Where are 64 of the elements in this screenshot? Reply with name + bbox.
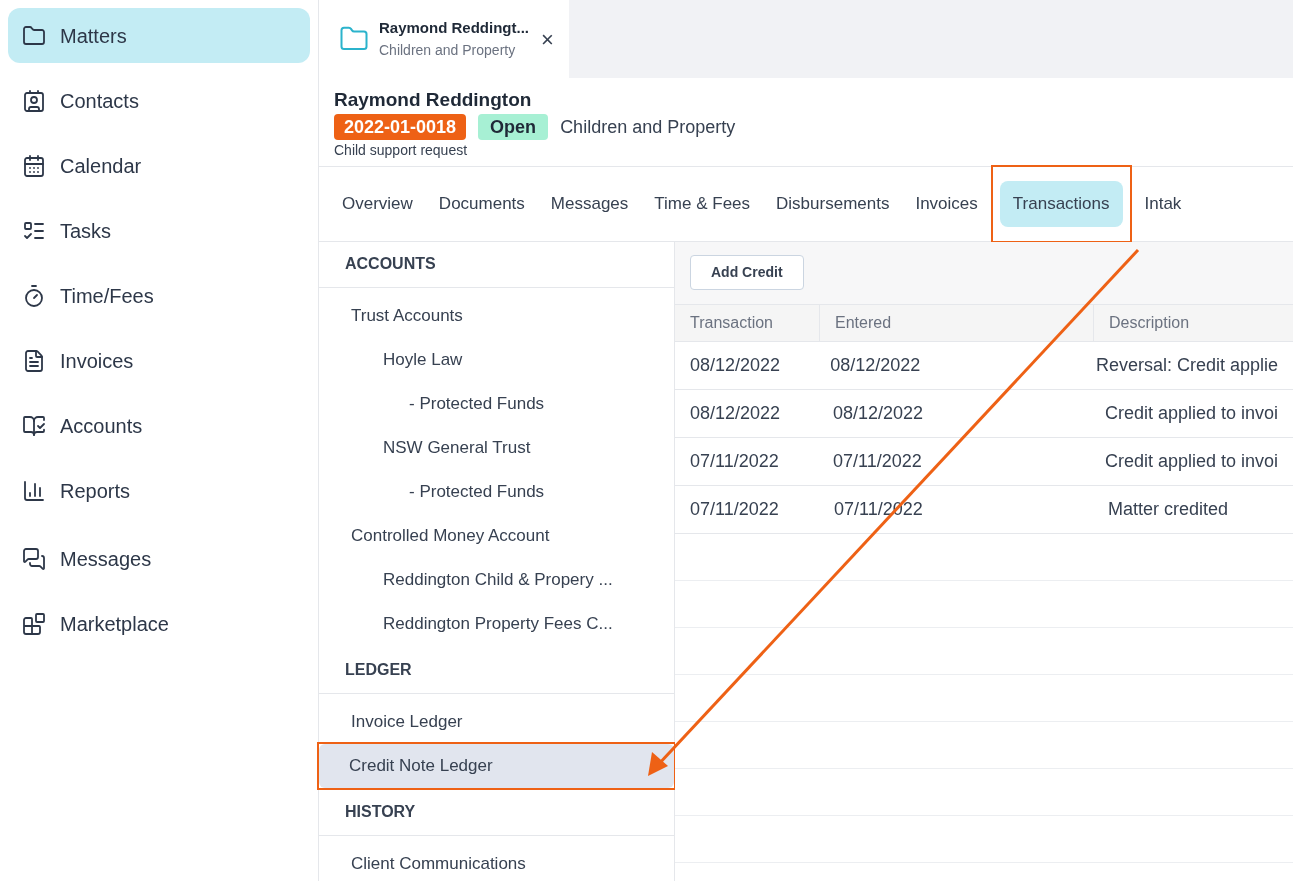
matter-tab[interactable]: Disbursements xyxy=(763,180,903,227)
account-list-item[interactable]: Controlled Money Account xyxy=(321,513,672,558)
table-cell-text: 07/11/2022 xyxy=(832,449,923,473)
account-list-item[interactable]: Reddington Property Fees C... xyxy=(321,601,672,646)
table-cell-text: Reversal: Credit applie xyxy=(1094,353,1279,377)
tab-title: Raymond Reddingt... xyxy=(379,18,529,39)
table-cell-text: Credit applied to invoi xyxy=(1103,401,1279,425)
sidebar-nav-item[interactable]: Contacts xyxy=(8,73,310,128)
column-header: Transaction xyxy=(689,312,774,333)
section-heading: LEDGER xyxy=(345,660,412,681)
folder-icon xyxy=(22,23,46,48)
matter-tab[interactable]: Intak xyxy=(1131,180,1195,227)
document-icon xyxy=(22,348,46,373)
column-header: Description xyxy=(1093,304,1293,341)
column-header: Entered xyxy=(819,304,1093,341)
matter-tab[interactable]: Documents xyxy=(425,180,538,227)
account-list-item[interactable]: Trust Accounts xyxy=(321,293,672,338)
calendar-icon xyxy=(22,153,46,178)
close-tab-button[interactable]: × xyxy=(541,22,554,56)
book-check-icon xyxy=(22,413,46,438)
matter-tab[interactable]: Overview xyxy=(329,180,426,227)
account-list-item[interactable]: Reddington Child & Propery ... xyxy=(321,557,672,602)
account-list-item[interactable]: Credit Note Ledger xyxy=(319,743,674,788)
account-list-item[interactable]: - Protected Funds xyxy=(321,469,672,514)
client-name: Raymond Reddington xyxy=(334,88,533,112)
add-credit-button[interactable]: Add Credit xyxy=(690,255,804,291)
tab-subtitle: Children and Property xyxy=(379,40,517,60)
matter-tab[interactable]: Transactions xyxy=(999,180,1123,227)
matter-type: Children and Property xyxy=(560,115,736,139)
table-cell-text: 08/12/2022 xyxy=(829,353,922,377)
table-cell-text: Credit applied to invoi xyxy=(1103,449,1279,473)
sidebar-nav-item[interactable]: Calendar xyxy=(8,138,310,193)
section-heading: ACCOUNTS xyxy=(345,254,436,275)
sidebar-nav-item[interactable]: Accounts xyxy=(8,398,310,453)
chat-bubbles-icon xyxy=(22,546,46,571)
sidebar-nav-item[interactable]: Time/Fees xyxy=(8,268,310,323)
blocks-icon xyxy=(22,611,46,636)
table-cell-text: 08/12/2022 xyxy=(689,401,782,425)
account-list-item[interactable]: Client Communications xyxy=(321,841,672,881)
sidebar-nav-item[interactable]: Tasks xyxy=(8,203,310,258)
matter-tab[interactable]: Invoices xyxy=(902,180,991,227)
table-cell-text: 07/11/2022 xyxy=(689,449,780,473)
sidebar-nav-item[interactable]: Messages xyxy=(8,531,310,586)
matter-number-badge: 2022-01-0018 xyxy=(334,113,467,141)
stopwatch-icon xyxy=(22,283,46,308)
matter-description: Child support request xyxy=(334,142,469,160)
table-cell-text: 08/12/2022 xyxy=(832,401,925,425)
matter-tab[interactable]: Messages xyxy=(537,180,642,227)
table-cell-text: 07/11/2022 xyxy=(689,497,780,521)
bar-chart-icon xyxy=(22,478,46,503)
contact-card-icon xyxy=(22,88,46,113)
sidebar-nav-item[interactable]: Marketplace xyxy=(8,596,310,651)
section-heading: HISTORY xyxy=(345,802,416,823)
sidebar-nav-item[interactable]: Matters xyxy=(8,8,310,63)
account-list-item[interactable]: Invoice Ledger xyxy=(321,699,672,744)
matter-tab[interactable]: Time & Fees xyxy=(641,180,764,227)
sidebar-nav-item[interactable]: Invoices xyxy=(8,333,310,388)
status-badge: Open xyxy=(478,113,549,141)
sidebar-nav-item[interactable]: Reports xyxy=(8,463,310,518)
account-list-item[interactable]: - Protected Funds xyxy=(321,381,672,426)
account-list-item[interactable]: NSW General Trust xyxy=(321,425,672,470)
table-cell-text: 08/12/2022 xyxy=(689,353,782,377)
account-list-item[interactable]: Hoyle Law xyxy=(321,337,672,382)
table-cell-text: Matter credited xyxy=(1107,497,1230,521)
